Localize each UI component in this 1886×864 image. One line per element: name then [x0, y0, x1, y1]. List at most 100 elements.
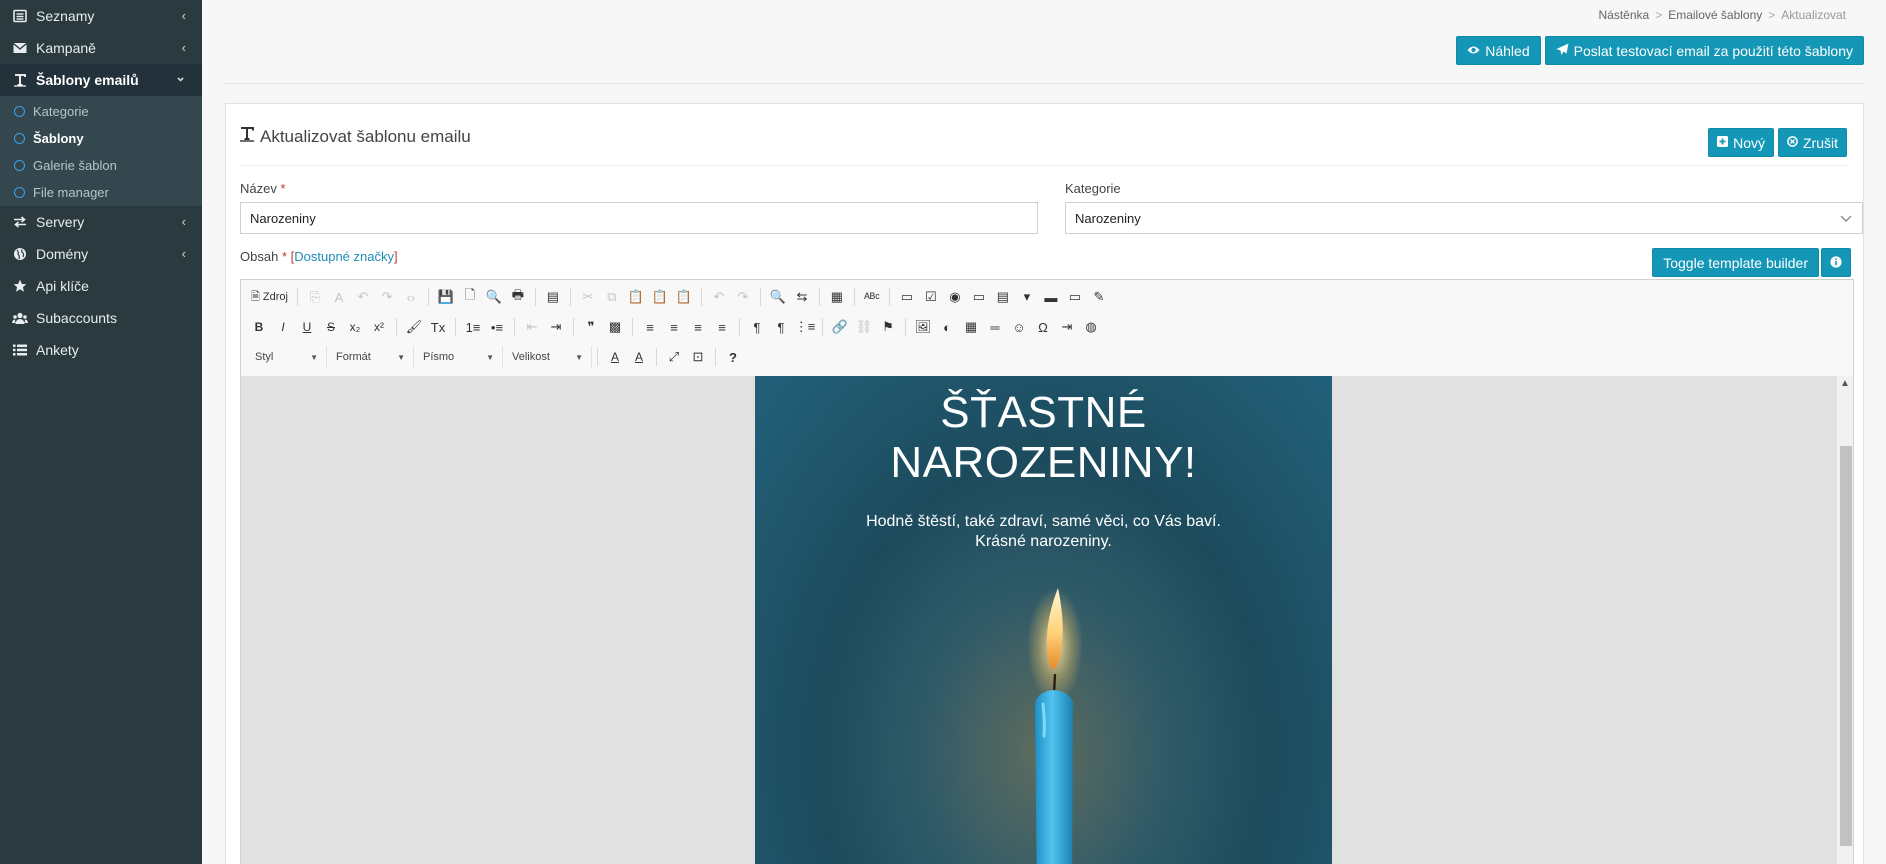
source-button[interactable]: 🗎 Zdroj	[247, 286, 292, 308]
copy-format-icon[interactable]: 🖌	[402, 316, 426, 338]
available-tags-link[interactable]: Dostupné značky	[294, 249, 394, 264]
font-combo[interactable]: Písmo ▼	[415, 346, 503, 368]
unlink-icon[interactable]: ⛓	[852, 316, 876, 338]
send-test-email-button[interactable]: Poslat testovací email za použití této š…	[1544, 36, 1864, 65]
redo-icon[interactable]: ↷	[731, 286, 755, 308]
align-center-icon[interactable]: ≡	[662, 316, 686, 338]
hiddenfield-icon[interactable]: ✎	[1087, 286, 1111, 308]
link-icon[interactable]: 🔗	[828, 316, 852, 338]
rtl-icon[interactable]: ¶	[769, 316, 793, 338]
editor-content-area[interactable]: ŠŤASTNÉ NAROZENINY! Hodně štěstí, také z…	[241, 376, 1853, 864]
new-button[interactable]: Nový	[1708, 128, 1774, 157]
special-char-icon[interactable]: Ω	[1031, 316, 1055, 338]
image-icon[interactable]: 🖼	[911, 316, 935, 338]
italic-icon[interactable]: I	[271, 316, 295, 338]
info-button[interactable]	[1821, 248, 1851, 277]
maximize-icon[interactable]: ⤢	[662, 346, 686, 368]
name-input[interactable]: Narozeniny	[240, 202, 1038, 234]
smiley-icon[interactable]: ☺	[1007, 316, 1031, 338]
show-blocks-icon[interactable]: ⊡	[686, 346, 710, 368]
paste-text-disabled-icon[interactable]: A	[327, 286, 351, 308]
form-icon[interactable]: ▭	[895, 286, 919, 308]
code-disabled-icon[interactable]: ‹›	[399, 286, 423, 308]
page-break-icon[interactable]: ⇥	[1055, 316, 1079, 338]
nav-item-api-klice[interactable]: Api klíče	[0, 270, 202, 302]
align-right-icon[interactable]: ≡	[686, 316, 710, 338]
subnav-item-kategorie[interactable]: Kategorie	[0, 98, 202, 125]
select-icon[interactable]: ▾	[1015, 286, 1039, 308]
spellcheck-icon[interactable]: ᴬᴮᶜ	[860, 286, 884, 308]
radio-icon[interactable]: ◉	[943, 286, 967, 308]
cancel-button[interactable]: Zrušit	[1778, 128, 1847, 157]
style-combo[interactable]: Styl ▼	[247, 346, 327, 368]
toggle-template-builder-button[interactable]: Toggle template builder	[1652, 248, 1819, 277]
bold-icon[interactable]: B	[247, 316, 271, 338]
strike-icon[interactable]: S	[319, 316, 343, 338]
cut-icon[interactable]: ✂	[576, 286, 600, 308]
button-icon[interactable]: ▬	[1039, 286, 1063, 308]
ltr-icon[interactable]: ¶	[745, 316, 769, 338]
times-circle-icon	[1787, 135, 1798, 150]
size-combo[interactable]: Velikost ▼	[504, 346, 592, 368]
nav-item-servery[interactable]: Servery ‹	[0, 206, 202, 238]
preview-icon[interactable]: 🔍	[482, 286, 506, 308]
horizontal-line-icon[interactable]: ═	[983, 316, 1007, 338]
nav-item-ankety[interactable]: Ankety	[0, 334, 202, 366]
subnav-item-file-manager[interactable]: File manager	[0, 179, 202, 206]
flash-icon[interactable]: ◐	[935, 316, 959, 338]
align-left-icon[interactable]: ≡	[638, 316, 662, 338]
div-icon[interactable]: ▩	[603, 316, 627, 338]
help-icon[interactable]: ?	[721, 346, 745, 368]
paste-icon[interactable]: 📋	[624, 286, 648, 308]
format-combo[interactable]: Formát ▼	[328, 346, 414, 368]
imagebutton-icon[interactable]: ▭	[1063, 286, 1087, 308]
nav-item-subaccounts[interactable]: Subaccounts	[0, 302, 202, 334]
outdent-icon[interactable]: ⇤	[520, 316, 544, 338]
redo-disabled-icon[interactable]: ↷	[375, 286, 399, 308]
paste-text-icon[interactable]: 📋	[648, 286, 672, 308]
bg-color-icon[interactable]: A	[627, 346, 651, 368]
indent-icon[interactable]: ⇥	[544, 316, 568, 338]
checkbox-icon[interactable]: ☑	[919, 286, 943, 308]
paste-word-icon[interactable]: 📋	[672, 286, 696, 308]
editor-scrollbar[interactable]: ▲	[1837, 376, 1853, 864]
underline-icon[interactable]: U	[295, 316, 319, 338]
text-color-icon[interactable]: A	[603, 346, 627, 368]
category-select[interactable]: Narozeniny	[1065, 202, 1863, 234]
nav-item-sablony-emailu[interactable]: Šablony emailů ⌄	[0, 64, 202, 96]
cut-disabled-icon[interactable]: ⎘	[303, 286, 327, 308]
breadcrumb-item-nastenka[interactable]: Nástěnka	[1599, 8, 1650, 22]
nav-item-domeny[interactable]: Domény ‹	[0, 238, 202, 270]
replace-icon[interactable]: ⇆	[790, 286, 814, 308]
find-icon[interactable]: 🔍	[766, 286, 790, 308]
templates-icon[interactable]: ▤	[541, 286, 565, 308]
breadcrumb-item-emailove-sablony[interactable]: Emailové šablony	[1668, 8, 1762, 22]
subnav-item-sablony[interactable]: Šablony	[0, 125, 202, 152]
undo-icon[interactable]: ↶	[707, 286, 731, 308]
select-all-icon[interactable]: ▦	[825, 286, 849, 308]
numbered-list-icon[interactable]: 1≡	[461, 316, 485, 338]
save-icon[interactable]: 💾	[434, 286, 458, 308]
subscript-icon[interactable]: x₂	[343, 316, 367, 338]
nav-item-seznamy[interactable]: Seznamy ‹	[0, 0, 202, 32]
scroll-up-icon[interactable]: ▲	[1840, 378, 1850, 389]
preview-button[interactable]: Náhled	[1456, 36, 1541, 65]
superscript-icon[interactable]: x²	[367, 316, 391, 338]
justify-icon[interactable]: ≡	[710, 316, 734, 338]
undo-disabled-icon[interactable]: ↶	[351, 286, 375, 308]
scrollbar-thumb[interactable]	[1840, 446, 1852, 846]
nav-item-kampane[interactable]: Kampaně ‹	[0, 32, 202, 64]
blockquote-icon[interactable]: ❞	[579, 316, 603, 338]
subnav-item-galerie[interactable]: Galerie šablon	[0, 152, 202, 179]
table-icon[interactable]: ▦	[959, 316, 983, 338]
bulleted-list-icon[interactable]: •≡	[485, 316, 509, 338]
language-icon[interactable]: ⋮≡	[793, 316, 817, 338]
iframe-icon[interactable]: ◍	[1079, 316, 1103, 338]
anchor-icon[interactable]: ⚑	[876, 316, 900, 338]
new-page-icon[interactable]: 🗋	[458, 286, 482, 308]
copy-icon[interactable]: ⧉	[600, 286, 624, 308]
print-icon[interactable]: 🖶	[506, 286, 530, 308]
textfield-icon[interactable]: ▭	[967, 286, 991, 308]
textarea-icon[interactable]: ▤	[991, 286, 1015, 308]
remove-format-icon[interactable]: Tx	[426, 316, 450, 338]
